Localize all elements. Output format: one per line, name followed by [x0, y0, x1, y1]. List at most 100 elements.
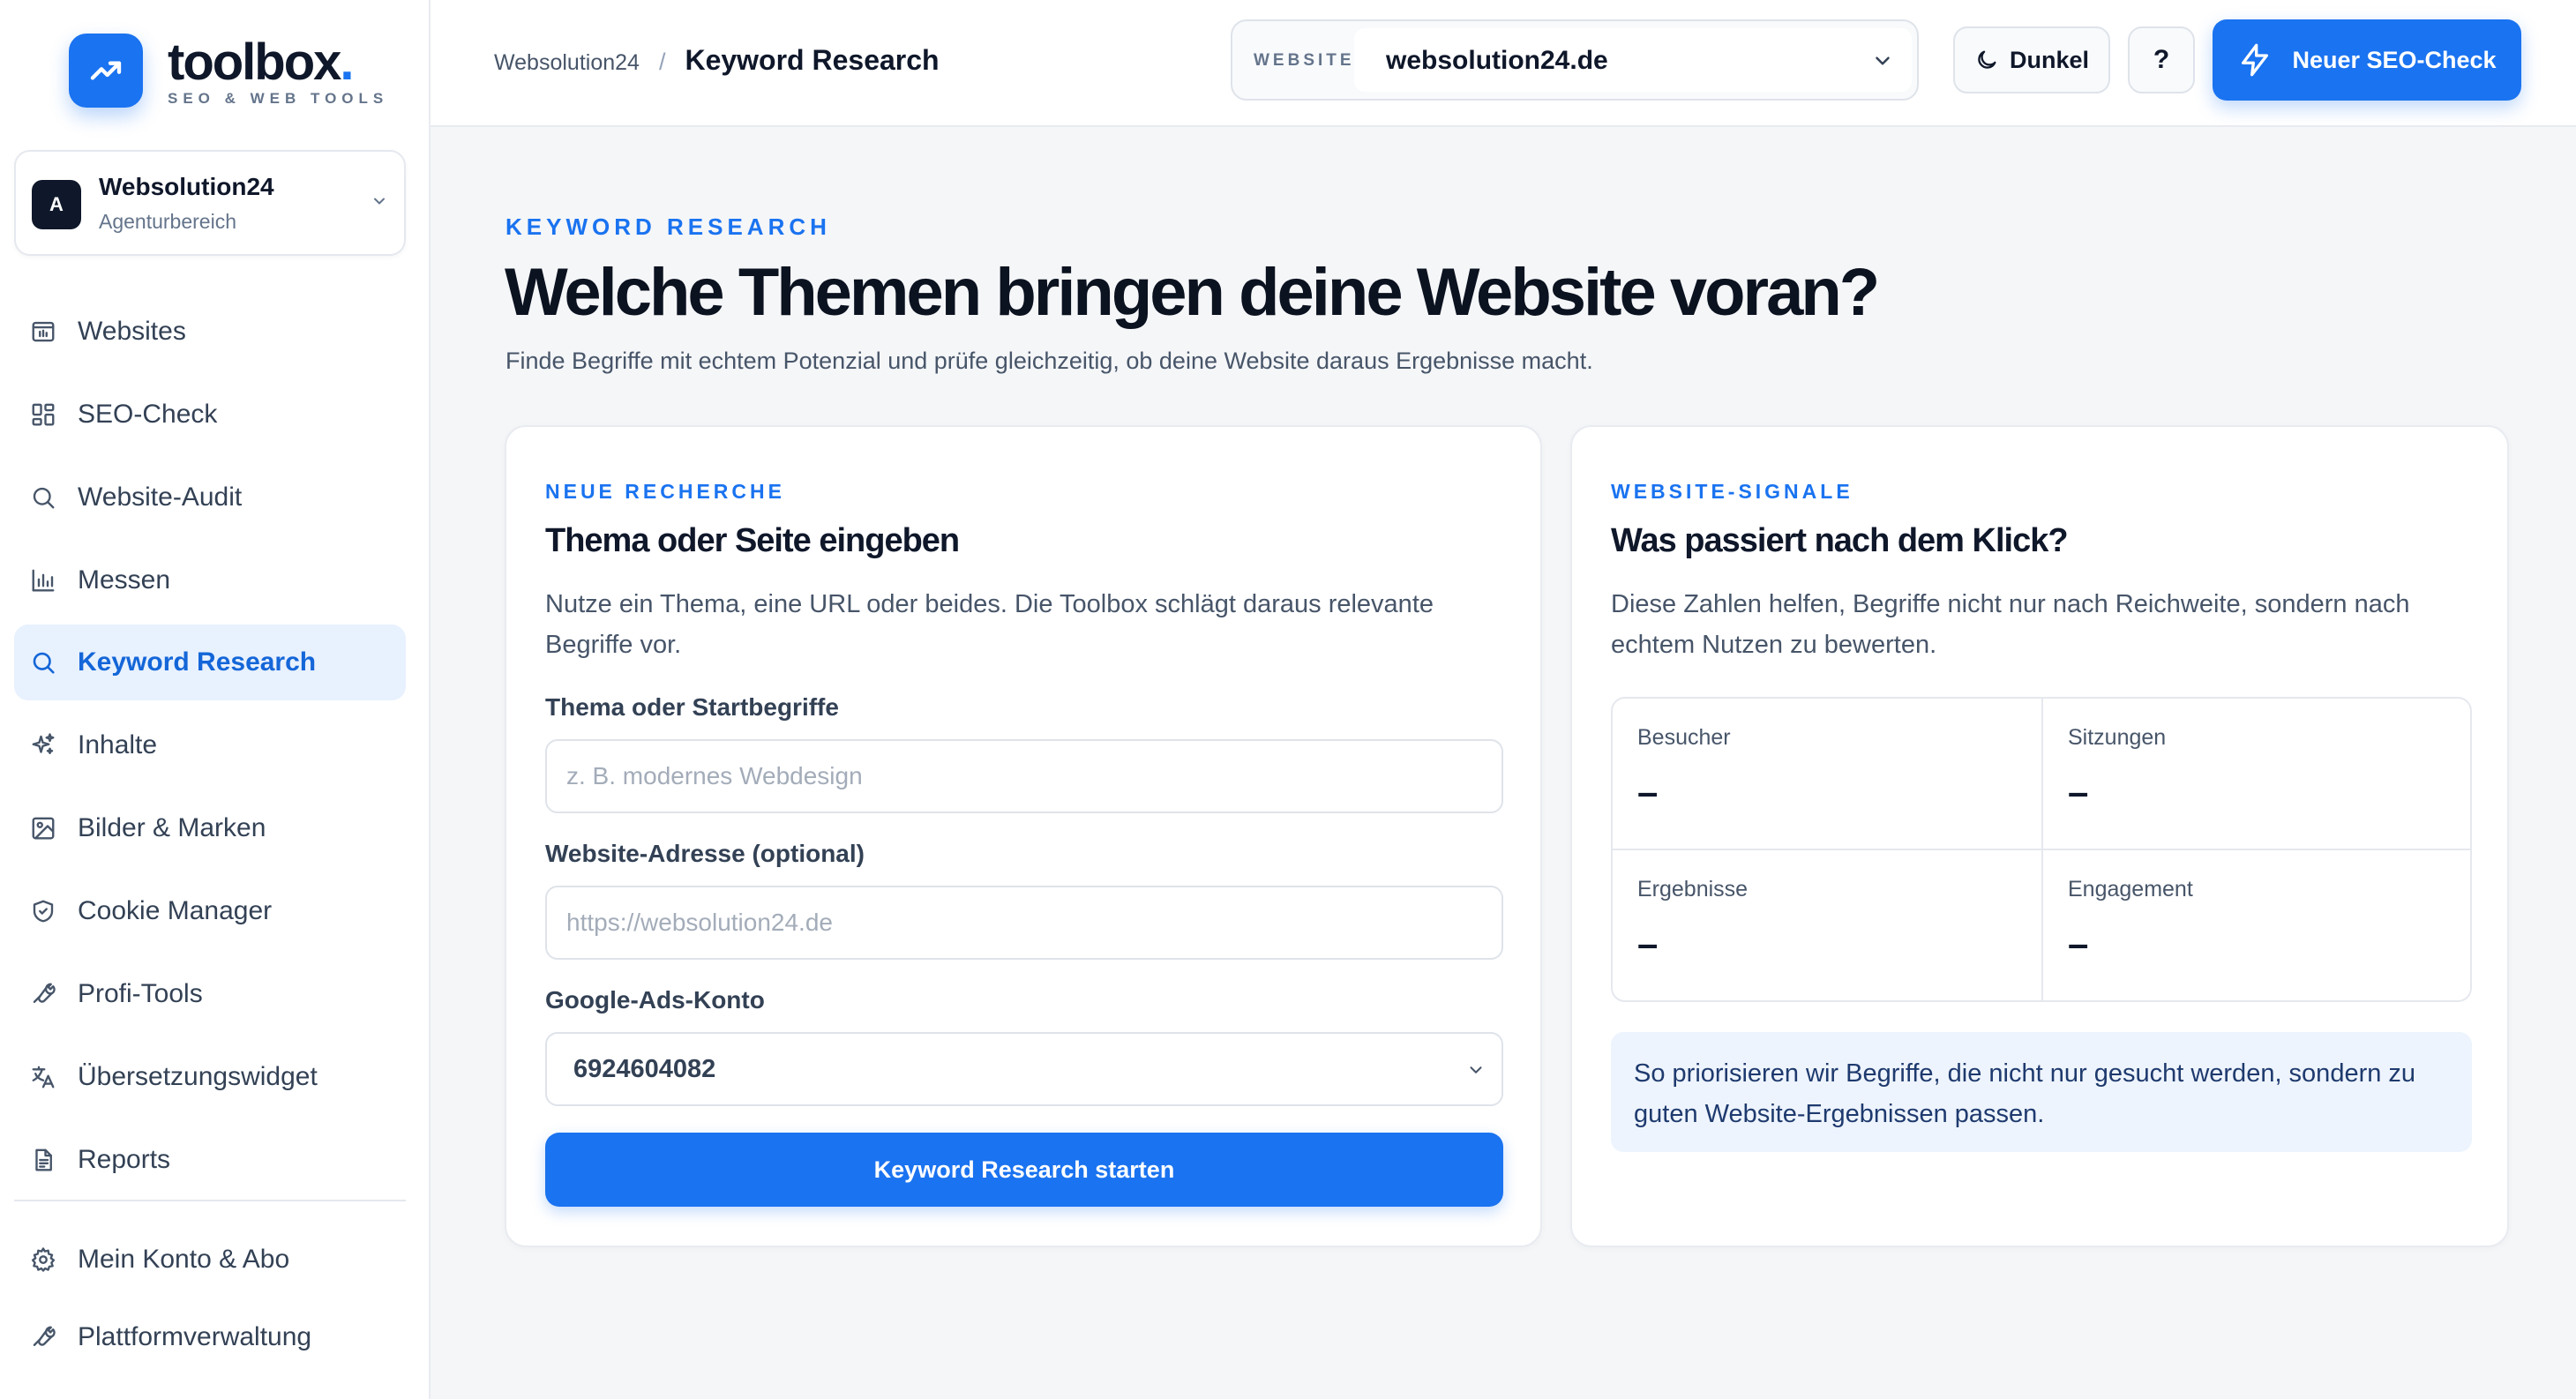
- search-icon: [28, 647, 58, 677]
- breadcrumb-current: Keyword Research: [685, 44, 940, 76]
- metric-value: –: [2068, 923, 2089, 964]
- sidebar-item-profi-tools[interactable]: Profi-Tools: [14, 956, 406, 1032]
- brand-logo[interactable]: toolbox. SEO & WEB TOOLS: [69, 34, 388, 108]
- moon-icon: [1974, 48, 1999, 72]
- sidebar-item-label: Keyword Research: [78, 647, 317, 677]
- page-title: Welche Themen bringen deine Website vora…: [505, 255, 1880, 330]
- research-eyebrow: NEUE RECHERCHE: [545, 480, 785, 503]
- website-selector-label: WEBSITE: [1254, 51, 1355, 70]
- topbar: Websolution24 / Keyword Research WEBSITE…: [431, 0, 2576, 127]
- sidebar-item-plattformverwaltung[interactable]: Plattformverwaltung: [14, 1299, 406, 1375]
- sidebar-item-inhalte[interactable]: Inhalte: [14, 707, 406, 783]
- research-card: NEUE RECHERCHE Thema oder Seite eingeben…: [505, 425, 1542, 1247]
- dark-mode-button[interactable]: Dunkel: [1953, 26, 2110, 94]
- ads-account-select[interactable]: 6924604082: [545, 1032, 1503, 1106]
- sidebar-item-website-audit[interactable]: Website-Audit: [14, 460, 406, 535]
- metric-results: Ergebnisse –: [1613, 850, 2043, 1000]
- search-icon: [28, 483, 58, 512]
- account-name: Websolution24: [99, 173, 274, 200]
- account-switcher[interactable]: A Websolution24 Agenturbereich: [14, 150, 406, 256]
- signals-card: WEBSITE-SIGNALE Was passiert nach dem Kl…: [1570, 425, 2509, 1247]
- lightning-icon: [2237, 42, 2273, 78]
- metric-value: –: [1637, 771, 1659, 812]
- sidebar-item-seo-check[interactable]: SEO-Check: [14, 377, 406, 453]
- sidebar-item-label: Übersetzungswidget: [78, 1062, 318, 1091]
- gear-icon: [28, 1245, 58, 1275]
- sparkles-icon: [28, 730, 58, 760]
- dark-mode-label: Dunkel: [2009, 46, 2090, 73]
- metric-visitors: Besucher –: [1613, 699, 2043, 850]
- sidebar-item-label: Profi-Tools: [78, 979, 203, 1008]
- url-input[interactable]: [545, 886, 1503, 960]
- website-selector[interactable]: WEBSITE websolution24.de: [1231, 19, 1919, 101]
- wrench-icon: [28, 979, 58, 1009]
- sidebar-item-label: Inhalte: [78, 730, 158, 759]
- metric-label: Ergebnisse: [1637, 877, 1749, 901]
- page-subtitle: Finde Begriffe mit echtem Potenzial und …: [505, 348, 1593, 374]
- signals-title: Was passiert nach dem Klick?: [1611, 522, 2069, 559]
- sidebar-item-messen[interactable]: Messen: [14, 542, 406, 618]
- sidebar-item-reports[interactable]: Reports: [14, 1122, 406, 1198]
- image-icon: [28, 813, 58, 843]
- metrics-grid: Besucher – Sitzungen – Ergebnisse – Enga…: [1611, 697, 2472, 1002]
- sidebar-item-label: Messen: [78, 565, 171, 595]
- chevron-down-icon: [371, 192, 388, 214]
- breadcrumb-separator: /: [658, 49, 666, 75]
- metric-label: Engagement: [2068, 877, 2193, 901]
- trend-chart-icon: [69, 34, 143, 108]
- sidebar: toolbox. SEO & WEB TOOLS A Websolution24…: [0, 0, 431, 1399]
- research-title: Thema oder Seite eingeben: [545, 522, 960, 559]
- shield-icon: [28, 896, 58, 926]
- sidebar-item-mein-konto[interactable]: Mein Konto & Abo: [14, 1222, 406, 1298]
- sidebar-item-label: Plattformverwaltung: [78, 1322, 312, 1351]
- signals-eyebrow: WEBSITE-SIGNALE: [1611, 480, 1853, 503]
- sidebar-item-label: Websites: [78, 317, 186, 346]
- page-eyebrow: KEYWORD RESEARCH: [505, 213, 831, 240]
- sidebar-item-websites[interactable]: Websites: [14, 294, 406, 370]
- url-label: Website-Adresse (optional): [545, 840, 865, 867]
- breadcrumb-parent[interactable]: Websolution24: [494, 50, 640, 76]
- website-select-value: websolution24.de: [1386, 46, 1608, 75]
- sidebar-item-cookie-manager[interactable]: Cookie Manager: [14, 873, 406, 949]
- browser-icon: [28, 317, 58, 347]
- sidebar-item-label: Bilder & Marken: [78, 813, 266, 842]
- grid-icon: [28, 400, 58, 430]
- wrench-icon: [28, 1322, 58, 1352]
- brand-tagline: SEO & WEB TOOLS: [168, 90, 389, 107]
- sidebar-item-uebersetzungswidget[interactable]: Übersetzungswidget: [14, 1039, 406, 1115]
- metric-label: Sitzungen: [2068, 725, 2167, 750]
- metric-value: –: [1637, 923, 1659, 964]
- metric-sessions: Sitzungen –: [2043, 699, 2470, 850]
- sidebar-item-label: Reports: [78, 1145, 171, 1174]
- new-seo-check-button[interactable]: Neuer SEO-Check: [2213, 19, 2521, 101]
- sidebar-item-bilder-marken[interactable]: Bilder & Marken: [14, 790, 406, 866]
- sidebar-item-label: Cookie Manager: [78, 896, 273, 925]
- info-box: So priorisieren wir Begriffe, die nicht …: [1611, 1032, 2472, 1152]
- new-seo-check-label: Neuer SEO-Check: [2292, 46, 2497, 73]
- sidebar-item-label: Mein Konto & Abo: [78, 1245, 290, 1274]
- document-icon: [28, 1145, 58, 1175]
- bar-chart-icon: [28, 565, 58, 595]
- account-subtitle: Agenturbereich: [99, 210, 236, 233]
- sidebar-divider: [14, 1200, 406, 1201]
- metric-value: –: [2068, 771, 2089, 812]
- sidebar-item-keyword-research[interactable]: Keyword Research: [14, 625, 406, 700]
- sidebar-item-label: Website-Audit: [78, 483, 243, 512]
- metric-label: Besucher: [1637, 725, 1731, 750]
- website-select[interactable]: websolution24.de: [1354, 28, 1912, 92]
- ads-account-value: 6924604082: [573, 1055, 716, 1083]
- ads-account-label: Google-Ads-Konto: [545, 986, 765, 1014]
- chevron-down-icon: [1466, 1060, 1486, 1084]
- topic-input[interactable]: [545, 739, 1503, 813]
- chevron-down-icon: [1871, 49, 1894, 77]
- breadcrumb: Websolution24 / Keyword Research: [494, 44, 940, 77]
- signals-description: Diese Zahlen helfen, Begriffe nicht nur …: [1611, 590, 2410, 659]
- research-description: Nutze ein Thema, eine URL oder beides. D…: [545, 590, 1434, 659]
- avatar: A: [32, 180, 81, 229]
- metric-engagement: Engagement –: [2043, 850, 2470, 1000]
- help-button[interactable]: ?: [2128, 26, 2195, 94]
- start-research-button[interactable]: Keyword Research starten: [545, 1133, 1503, 1207]
- translate-icon: [28, 1062, 58, 1092]
- sidebar-item-label: SEO-Check: [78, 400, 218, 429]
- topic-label: Thema oder Startbegriffe: [545, 693, 839, 721]
